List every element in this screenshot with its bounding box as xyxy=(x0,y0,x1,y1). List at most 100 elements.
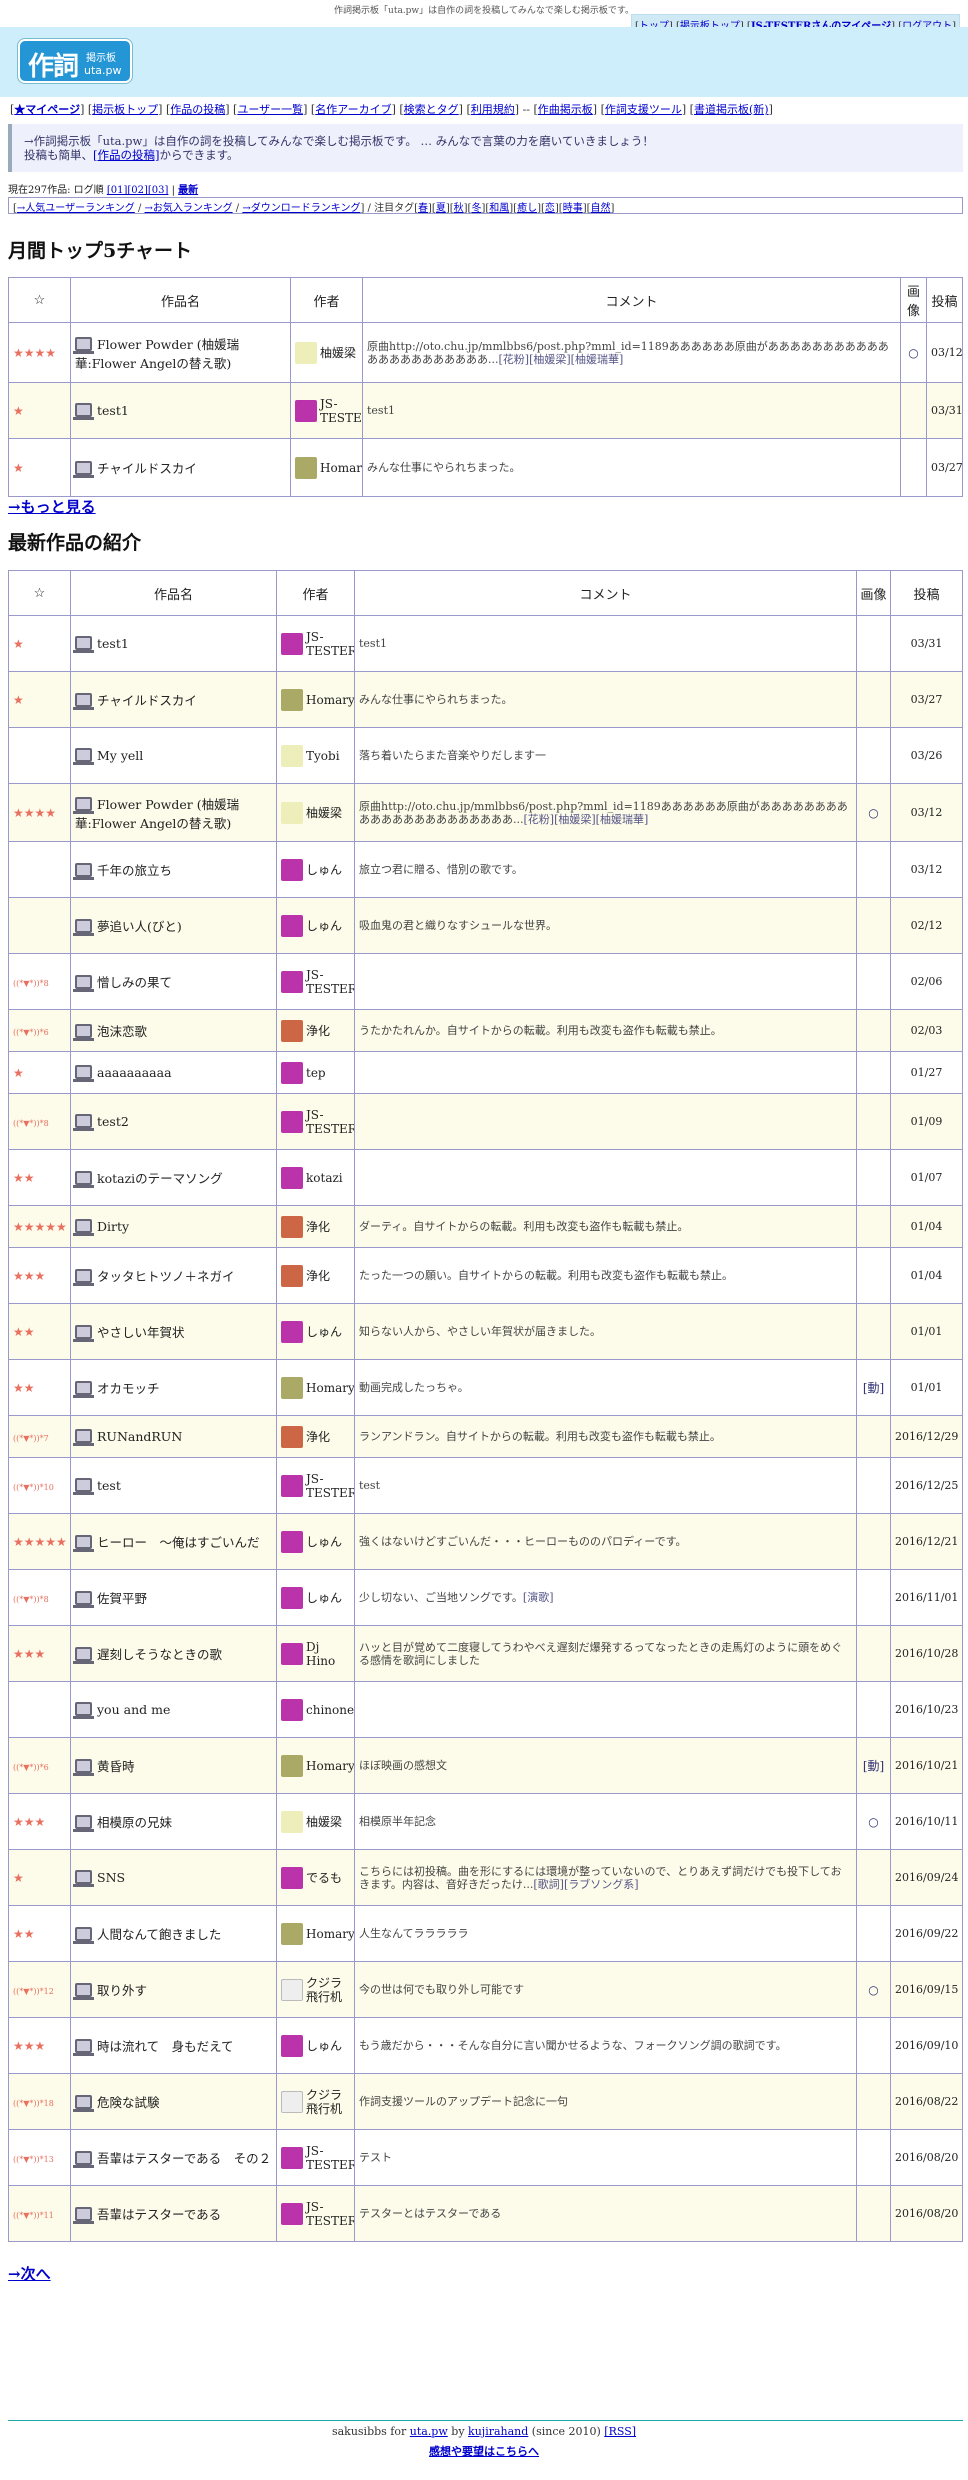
ranking-favorites-link[interactable]: →お気入ランキング xyxy=(145,203,233,214)
log-pages[interactable]: [01][02][03] xyxy=(107,185,169,196)
author-link[interactable]: クジラ飛行机 xyxy=(306,1976,350,2004)
work-title-link[interactable]: test1 xyxy=(97,403,129,418)
tag-link[interactable]: 秋 xyxy=(454,203,464,214)
author-link[interactable]: chinone xyxy=(306,1703,354,1717)
latest-link[interactable]: 最新 xyxy=(178,185,198,196)
avatar[interactable] xyxy=(281,914,303,937)
avatar[interactable] xyxy=(281,1264,303,1287)
avatar[interactable] xyxy=(281,1474,303,1497)
image-mark[interactable]: ○ xyxy=(908,346,918,360)
author-link[interactable]: Homary xyxy=(306,693,354,707)
tag-link[interactable]: 時事 xyxy=(563,203,583,214)
avatar[interactable] xyxy=(281,2034,303,2057)
comment-tags[interactable]: [歌詞][ラブソング系] xyxy=(533,1878,638,1891)
footer-author-link[interactable]: kujirahand xyxy=(468,2425,528,2438)
avatar[interactable] xyxy=(281,2146,303,2169)
work-title-link[interactable]: My yell xyxy=(97,748,143,763)
avatar[interactable] xyxy=(281,1110,303,1133)
author-link[interactable]: 柚媛梁 xyxy=(306,1815,342,1829)
feedback-link[interactable]: 感想や要望はこちらへ xyxy=(429,2445,539,2458)
nav-users[interactable]: ユーザー一覧 xyxy=(237,103,303,116)
nav-search[interactable]: 検索とタグ xyxy=(404,103,459,116)
avatar[interactable] xyxy=(281,688,303,711)
work-title-link[interactable]: 黄昏時 xyxy=(97,1759,135,1774)
work-title-link[interactable]: SNS xyxy=(97,1870,125,1885)
avatar[interactable] xyxy=(281,744,303,767)
work-title-link[interactable]: Dirty xyxy=(97,1219,129,1234)
work-title-link[interactable]: ヒーロー 〜俺はすごいんだ xyxy=(97,1535,260,1550)
work-title-link[interactable]: RUNandRUN xyxy=(97,1429,182,1444)
work-title-link[interactable]: 憎しみの果て xyxy=(97,975,172,990)
work-title-link[interactable]: aaaaaaaaaa xyxy=(97,1065,172,1080)
author-link[interactable]: しゅん xyxy=(306,919,342,933)
ranking-users-link[interactable]: →人気ユーザーランキング xyxy=(17,203,135,214)
tag-link[interactable]: 夏 xyxy=(436,203,446,214)
avatar[interactable] xyxy=(281,1425,303,1448)
ranking-downloads-link[interactable]: →ダウンロードランキング xyxy=(242,203,360,214)
avatar[interactable] xyxy=(281,1754,303,1777)
avatar[interactable] xyxy=(281,1019,303,1042)
author-link[interactable]: JS-TESTER xyxy=(306,1108,354,1136)
avatar[interactable] xyxy=(281,1866,303,1889)
next-link[interactable]: →次へ xyxy=(8,2263,51,2284)
work-title-link[interactable]: 千年の旅立ち xyxy=(97,863,172,878)
nav-archive[interactable]: 名作アーカイブ xyxy=(315,103,391,116)
author-link[interactable]: Homary xyxy=(306,1927,354,1941)
avatar[interactable] xyxy=(295,399,317,422)
tag-link[interactable]: 冬 xyxy=(471,203,481,214)
work-title-link[interactable]: 人間なんて飽きました xyxy=(97,1927,221,1942)
author-link[interactable]: 浄化 xyxy=(306,1269,330,1283)
tag-link[interactable]: 自然 xyxy=(591,203,611,214)
author-link[interactable]: しゅん xyxy=(306,1535,342,1549)
work-title-link[interactable]: オカモッチ xyxy=(97,1381,160,1396)
tag-link[interactable]: 和風 xyxy=(489,203,509,214)
work-title-link[interactable]: 相模原の兄妹 xyxy=(97,1815,172,1830)
work-title-link[interactable]: 時は流れて 身もだえて xyxy=(97,2039,234,2054)
avatar[interactable] xyxy=(281,1376,303,1399)
avatar[interactable] xyxy=(281,2090,303,2113)
avatar[interactable] xyxy=(281,970,303,993)
author-link[interactable]: クジラ飛行机 xyxy=(306,2088,350,2116)
author-link[interactable]: JS-TESTER xyxy=(306,2200,354,2228)
avatar[interactable] xyxy=(281,858,303,881)
nav-board-top[interactable]: 掲示板トップ xyxy=(92,103,158,116)
avatar[interactable] xyxy=(295,341,317,364)
nav-lyric-tool[interactable]: 作詞支援ツール xyxy=(605,103,682,116)
work-title-link[interactable]: 泡沫恋歌 xyxy=(97,1024,147,1039)
author-link[interactable]: JS-TESTER xyxy=(306,630,354,658)
nav-calligraphy[interactable]: 書道掲示板(新) xyxy=(694,103,769,116)
avatar[interactable] xyxy=(295,456,317,479)
author-link[interactable]: JS-TESTER xyxy=(320,397,362,425)
more-link[interactable]: →もっと見る xyxy=(8,496,96,517)
author-link[interactable]: JS-TESTER xyxy=(306,1472,354,1500)
footer-site-link[interactable]: uta.pw xyxy=(410,2425,448,2438)
author-link[interactable]: しゅん xyxy=(306,2039,342,2053)
image-mark[interactable]: [動] xyxy=(863,1759,884,1773)
author-link[interactable]: 浄化 xyxy=(306,1220,330,1234)
author-link[interactable]: Homary xyxy=(320,461,362,475)
avatar[interactable] xyxy=(281,1810,303,1833)
avatar[interactable] xyxy=(281,1061,303,1084)
work-title-link[interactable]: kotaziのテーマソング xyxy=(97,1171,223,1186)
author-link[interactable]: Dj Hino xyxy=(306,1640,350,1668)
author-link[interactable]: でるも xyxy=(306,1871,342,1885)
avatar[interactable] xyxy=(281,1215,303,1238)
work-title-link[interactable]: test1 xyxy=(97,636,129,651)
author-link[interactable]: JS-TESTER xyxy=(306,2144,354,2172)
author-link[interactable]: 柚媛梁 xyxy=(306,806,342,820)
site-logo[interactable]: 作詞 掲示板 uta.pw xyxy=(18,39,132,83)
tag-link[interactable]: 恋 xyxy=(545,203,555,214)
avatar[interactable] xyxy=(281,801,303,824)
work-title-link[interactable]: 吾輩はテスターである xyxy=(97,2207,221,2222)
work-title-link[interactable]: test2 xyxy=(97,1114,129,1129)
work-title-link[interactable]: 危険な試験 xyxy=(97,2095,160,2110)
avatar[interactable] xyxy=(281,1922,303,1945)
work-title-link[interactable]: やさしい年賀状 xyxy=(97,1325,185,1340)
author-link[interactable]: しゅん xyxy=(306,1325,342,1339)
author-link[interactable]: 浄化 xyxy=(306,1430,330,1444)
avatar[interactable] xyxy=(281,2202,303,2225)
work-title-link[interactable]: 取り外す xyxy=(97,1983,147,1998)
author-link[interactable]: Homary xyxy=(306,1759,354,1773)
avatar[interactable] xyxy=(281,632,303,655)
avatar[interactable] xyxy=(281,1166,303,1189)
